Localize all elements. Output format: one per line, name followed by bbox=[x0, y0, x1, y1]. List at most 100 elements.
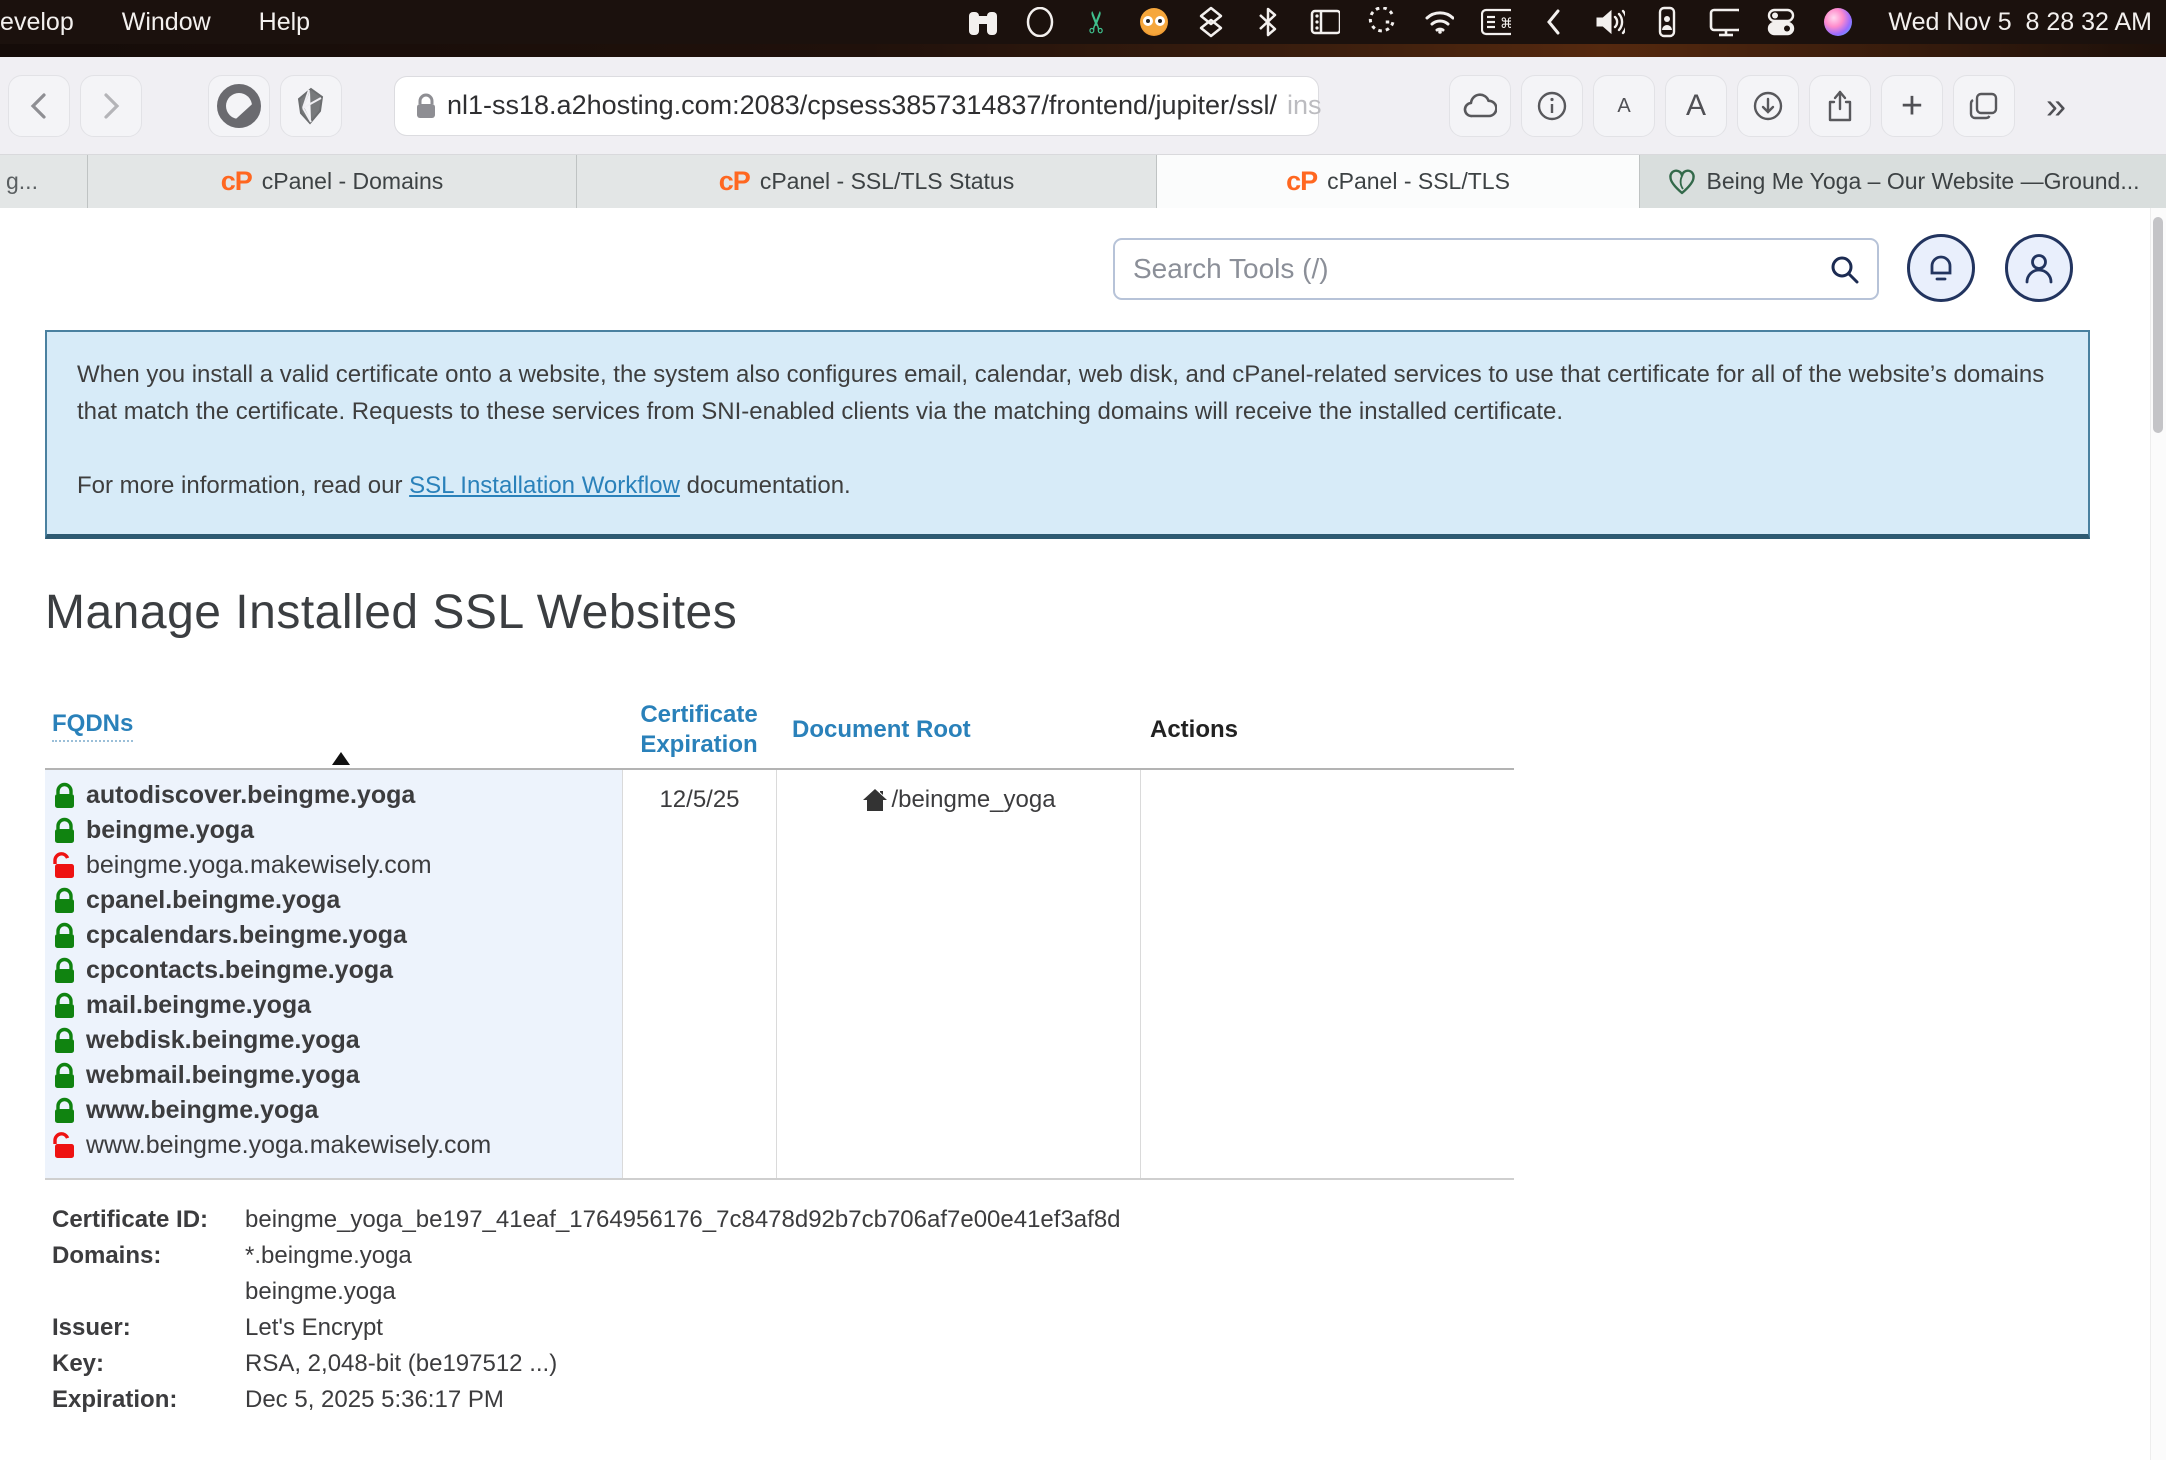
detail-value: beingme_yoga_be197_41eaf_1764956176_7c84… bbox=[245, 1202, 1121, 1238]
layers-icon[interactable] bbox=[1196, 7, 1226, 37]
sidebar-window-icon[interactable] bbox=[1310, 7, 1340, 37]
notifications-button[interactable] bbox=[1907, 234, 1975, 302]
wifi-icon[interactable] bbox=[1424, 7, 1454, 37]
menu-item[interactable]: Help bbox=[259, 8, 310, 37]
fqdn-domain: cpanel.beingme.yoga bbox=[86, 886, 340, 915]
rock-extension-icon[interactable] bbox=[280, 75, 342, 137]
certificate-detail-row: Key: RSA, 2,048-bit (be197512 ...) bbox=[52, 1346, 2166, 1382]
document-root-cell: /beingme_yoga bbox=[776, 770, 1140, 1178]
menu-item[interactable]: Develop bbox=[0, 8, 74, 37]
owl-icon[interactable] bbox=[1139, 7, 1169, 37]
fqdn-domain: beingme.yoga.makewisely.com bbox=[86, 851, 432, 880]
table-header-row: FQDNs Certificate Expiration Document Ro… bbox=[45, 692, 1514, 770]
scrollbar-thumb[interactable] bbox=[2153, 217, 2163, 433]
small-a-label: A bbox=[1617, 96, 1630, 116]
control-center-icon[interactable] bbox=[1766, 7, 1796, 37]
fqdn-entry: mail.beingme.yoga bbox=[52, 988, 622, 1023]
detail-value: *.beingme.yoga beingme.yoga bbox=[245, 1238, 412, 1310]
pixel-g-icon[interactable] bbox=[1367, 7, 1397, 37]
fqdns-cell: autodiscover.beingme.yoga beingme.yoga b… bbox=[45, 770, 622, 1178]
certificate-detail-row: Domains: *.beingme.yoga beingme.yoga bbox=[52, 1238, 2166, 1310]
detail-label: Certificate ID: bbox=[52, 1202, 245, 1238]
column-header-expiration[interactable]: Certificate Expiration bbox=[622, 700, 776, 760]
address-bar[interactable]: nl1-ss18.a2hosting.com:2083/cpsess385731… bbox=[394, 76, 1319, 136]
detail-value: Let's Encrypt bbox=[245, 1310, 383, 1346]
fqdn-entry: cpanel.beingme.yoga bbox=[52, 883, 622, 918]
browser-tab[interactable]: g... bbox=[0, 155, 88, 208]
downloads-button[interactable] bbox=[1737, 75, 1799, 137]
fqdn-entry: www.beingme.yoga.makewisely.com bbox=[52, 1128, 622, 1163]
back-button[interactable] bbox=[8, 75, 70, 137]
secure-lock-icon bbox=[52, 782, 77, 809]
volume-icon[interactable] bbox=[1595, 7, 1625, 37]
cpanel-page: When you install a valid certificate ont… bbox=[0, 208, 2166, 1460]
macos-menu-bar: Develop Window Help ✂ ⌘ Wed Nov 5 8 28 32 … bbox=[0, 0, 2166, 44]
fqdns-sort-link[interactable]: FQDNs bbox=[52, 710, 133, 742]
fqdn-domain: www.beingme.yoga.makewisely.com bbox=[86, 1131, 491, 1160]
search-tools-box bbox=[1113, 238, 1879, 300]
menu-bar-clock[interactable]: Wed Nov 5 8 28 32 AM bbox=[1888, 8, 2152, 37]
browser-tab[interactable]: cP cPanel - SSL/TLS Status bbox=[577, 155, 1157, 208]
page-info-icon[interactable] bbox=[1521, 75, 1583, 137]
forward-button[interactable] bbox=[80, 75, 142, 137]
fqdn-entry: www.beingme.yoga bbox=[52, 1093, 622, 1128]
new-tab-button[interactable]: + bbox=[1881, 75, 1943, 137]
detail-label: Expiration: bbox=[52, 1382, 245, 1418]
browser-tab[interactable]: cP cPanel - SSL/TLS bbox=[1157, 155, 1640, 208]
increase-text-size-button[interactable]: A bbox=[1665, 75, 1727, 137]
ssl-installation-workflow-link[interactable]: SSL Installation Workflow bbox=[409, 472, 680, 499]
siri-icon[interactable] bbox=[1823, 7, 1853, 37]
cpanel-logo-icon: cP bbox=[719, 166, 750, 197]
fqdn-domain: cpcalendars.beingme.yoga bbox=[86, 921, 407, 950]
search-tools-input[interactable] bbox=[1133, 253, 1829, 285]
chevron-left-icon[interactable] bbox=[1538, 7, 1568, 37]
duckduckgo-extension-icon[interactable] bbox=[208, 75, 270, 137]
icloud-tab-icon[interactable] bbox=[1449, 75, 1511, 137]
fqdn-domain: webmail.beingme.yoga bbox=[86, 1061, 360, 1090]
scissors-icon[interactable]: ✂ bbox=[1082, 7, 1112, 37]
tab-title: cPanel - SSL/TLS Status bbox=[760, 168, 1014, 195]
status-icons: ✂ ⌘ Wed Nov 5 8 28 32 AM bbox=[968, 7, 2152, 37]
iphone-mirroring-icon[interactable] bbox=[1652, 7, 1682, 37]
decrease-text-size-button[interactable]: A bbox=[1593, 75, 1655, 137]
ssl-info-callout: When you install a valid certificate ont… bbox=[45, 330, 2090, 539]
display-icon[interactable] bbox=[1709, 7, 1739, 37]
bluetooth-icon[interactable] bbox=[1253, 7, 1283, 37]
share-button[interactable] bbox=[1809, 75, 1871, 137]
insecure-lock-icon bbox=[52, 852, 77, 879]
chevrons-label: » bbox=[2046, 88, 2066, 124]
fqdn-entry: autodiscover.beingme.yoga bbox=[52, 778, 622, 813]
page-scrollbar[interactable] bbox=[2150, 208, 2166, 1460]
url-text: nl1-ss18.a2hosting.com:2083/cpsess385731… bbox=[447, 90, 1277, 121]
column-header-document-root[interactable]: Document Root bbox=[776, 716, 1140, 744]
browser-tab[interactable]: cP cPanel - Domains bbox=[88, 155, 577, 208]
secure-lock-icon bbox=[52, 922, 77, 949]
callout-more-info: For more information, read our SSL Insta… bbox=[77, 467, 2058, 504]
detail-label: Domains: bbox=[52, 1238, 245, 1310]
browser-tab[interactable]: Being Me Yoga – Our Website —Ground... bbox=[1640, 155, 2166, 208]
expiration-cell: 12/5/25 bbox=[622, 770, 776, 1178]
user-icon bbox=[2023, 251, 2055, 285]
fqdn-entry: webmail.beingme.yoga bbox=[52, 1058, 622, 1093]
secure-lock-icon bbox=[52, 992, 77, 1019]
account-button[interactable] bbox=[2005, 234, 2073, 302]
certificate-details: Certificate ID: beingme_yoga_be197_41eaf… bbox=[52, 1202, 2166, 1418]
svg-text:⌘: ⌘ bbox=[1500, 16, 1511, 32]
binoculars-icon[interactable] bbox=[968, 7, 998, 37]
keyboard-switcher-icon[interactable]: ⌘ bbox=[1481, 7, 1511, 37]
circle-status-icon[interactable] bbox=[1025, 7, 1055, 37]
sort-ascending-icon bbox=[332, 752, 350, 765]
tab-title: cPanel - Domains bbox=[262, 168, 444, 195]
fqdn-domain: webdisk.beingme.yoga bbox=[86, 1026, 360, 1055]
more-toolbar-items-chevron[interactable]: » bbox=[2025, 75, 2087, 137]
certificate-detail-row: Expiration: Dec 5, 2025 5:36:17 PM bbox=[52, 1382, 2166, 1418]
cpanel-logo-icon: cP bbox=[221, 166, 252, 197]
fqdn-domain: cpcontacts.beingme.yoga bbox=[86, 956, 393, 985]
search-icon[interactable] bbox=[1829, 254, 1859, 284]
tab-overview-button[interactable] bbox=[1953, 75, 2015, 137]
menu-item-label: Window bbox=[122, 8, 211, 36]
menu-item[interactable]: Window bbox=[122, 8, 211, 37]
tls-lock-icon bbox=[415, 92, 437, 120]
detail-value: RSA, 2,048-bit (be197512 ...) bbox=[245, 1346, 557, 1382]
fqdn-entry: webdisk.beingme.yoga bbox=[52, 1023, 622, 1058]
